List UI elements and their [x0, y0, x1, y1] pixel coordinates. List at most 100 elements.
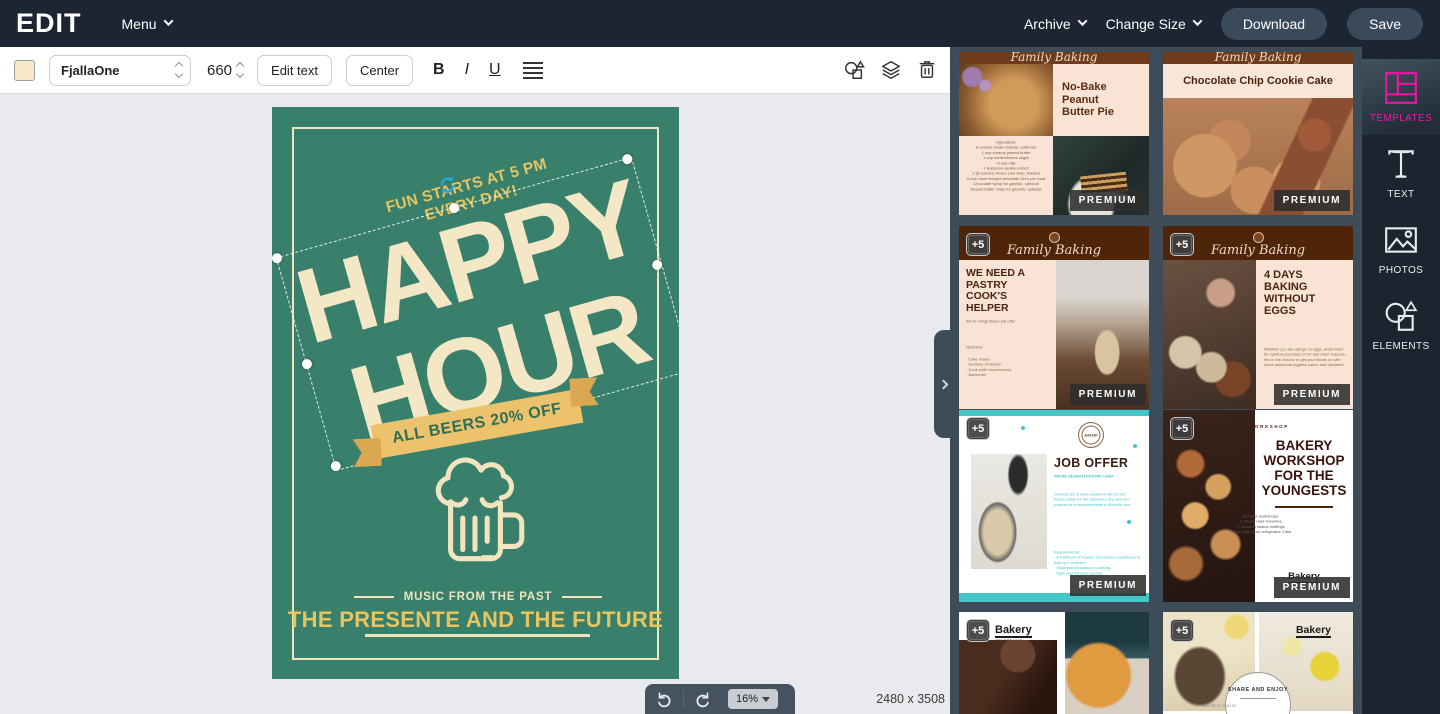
- font-size-stepper[interactable]: 660: [207, 62, 243, 79]
- underline-button[interactable]: U: [489, 61, 501, 79]
- chocolate-cake-photo: [959, 640, 1057, 714]
- justify-icon[interactable]: [523, 62, 543, 79]
- more-templates-badge: +5: [966, 233, 990, 256]
- template-brand-script: Family Baking: [1215, 52, 1302, 64]
- change-size-dropdown[interactable]: Change Size: [1106, 16, 1201, 32]
- flyer-footer-title[interactable]: THE PRESENTE AND THE FUTURE: [272, 607, 679, 633]
- templates-panel: Family Baking No-Bake Peanut Butter Pie …: [950, 47, 1362, 714]
- premium-badge: PREMIUM: [1274, 577, 1350, 598]
- template-brand-script: Family Baking: [1011, 52, 1098, 64]
- template-website: bakery.com: [966, 408, 1049, 409]
- save-button[interactable]: Save: [1347, 8, 1423, 40]
- template-thumb-baking-without-eggs[interactable]: Family Baking 4 DAYS BAKING WITHOUT EGGS…: [1163, 226, 1353, 409]
- elements-icon: [1383, 298, 1419, 334]
- sidebar-item-elements[interactable]: ELEMENTS: [1362, 287, 1440, 363]
- template-thumb-peanut-pie[interactable]: Family Baking No-Bake Peanut Butter Pie …: [959, 52, 1149, 215]
- template-title: 4 DAYS BAKING WITHOUT EGGS: [1264, 269, 1345, 317]
- flyer-footer-label-row[interactable]: MUSIC FROM THE PAST: [330, 591, 626, 603]
- edit-text-button[interactable]: Edit text: [257, 55, 332, 86]
- panel-collapse-tab[interactable]: [934, 330, 954, 438]
- template-body-text: Ingredients: 8 ounces cream cheese, soft…: [959, 136, 1053, 196]
- orange-cake-photo: [1065, 612, 1149, 714]
- align-center-button[interactable]: Center: [346, 55, 413, 86]
- premium-badge: PREMIUM: [1070, 384, 1146, 405]
- template-thumb-bakery-workshop[interactable]: WORKSHOP BAKERY WORKSHOP FOR THE YOUNGES…: [1163, 410, 1353, 602]
- pie-photo: [959, 64, 1053, 136]
- template-section-label: NEEDED: [966, 345, 1049, 350]
- bakery-shop-photo: [1163, 260, 1256, 409]
- format-toolbar: FjallaOne 660 Edit text Center B I U: [0, 47, 950, 94]
- top-bar: EDIT Menu Archive Change Size Download S…: [0, 0, 1440, 47]
- beer-mug-icon[interactable]: [420, 457, 532, 579]
- template-kicker: WORKSHOP: [1226, 424, 1312, 430]
- template-brand: Bakery: [995, 624, 1032, 638]
- premium-badge: PREMIUM: [1274, 384, 1350, 405]
- template-brand-script: Family Baking: [1211, 244, 1305, 257]
- more-templates-badge: +5: [1170, 233, 1194, 256]
- chevron-down-icon: [1192, 16, 1202, 26]
- chevron-down-icon: [1077, 16, 1087, 26]
- canvas-controls-bar: 16%: [645, 684, 795, 714]
- undo-button[interactable]: [645, 684, 683, 714]
- template-title: Chocolate Chip Cookie Cake: [1183, 75, 1333, 87]
- decor-line-right: [562, 596, 602, 599]
- font-family-stepper[interactable]: [176, 63, 182, 77]
- sidebar-item-photos[interactable]: PHOTOS: [1362, 211, 1440, 287]
- font-family-select[interactable]: FjallaOne: [49, 55, 191, 86]
- chevron-down-icon: [163, 16, 173, 26]
- sidebar-item-label: ELEMENTS: [1372, 341, 1429, 352]
- canvas-area[interactable]: FUN STARTS AT 5 PM EVERY DAY! HAPPYHOUR: [0, 94, 950, 714]
- zoom-level-dropdown[interactable]: 16%: [728, 689, 778, 709]
- templates-icon: [1383, 70, 1419, 106]
- template-thumb-share-enjoy[interactable]: Bakery SHARE AND ENJOY IN A SELECTION OF…: [1163, 612, 1353, 714]
- template-subtitle: We're hiring! Baker job offer: [966, 319, 1049, 324]
- sidebar-item-label: PHOTOS: [1379, 265, 1423, 276]
- menu-dropdown[interactable]: Menu: [122, 16, 172, 32]
- font-family-value: FjallaOne: [61, 63, 176, 78]
- more-templates-badge: +5: [1170, 417, 1194, 440]
- template-thumb-pastry-helper[interactable]: Family Baking WE NEED A PASTRY COOK'S HE…: [959, 226, 1149, 409]
- download-button[interactable]: Download: [1221, 8, 1327, 40]
- premium-badge: PREMIUM: [1070, 575, 1146, 596]
- template-thumb-job-offer[interactable]: BAKERY JOB OFFER WE'RE SEARCH PASTRY CHE…: [959, 410, 1149, 602]
- template-thumb-bakery-cakes[interactable]: Bakery www.bakery.com +5: [959, 612, 1149, 714]
- redo-button[interactable]: [684, 684, 722, 714]
- bold-button[interactable]: B: [433, 61, 445, 79]
- canvas-dimensions-label: 2480 x 3508: [855, 692, 945, 706]
- template-body-text: Services for a hotel located in the cent…: [1054, 492, 1142, 508]
- trash-icon[interactable]: [917, 59, 937, 81]
- footer-underline: [365, 634, 590, 637]
- more-templates-badge: +5: [966, 417, 990, 440]
- elements-shape-icon[interactable]: [843, 59, 865, 81]
- flyer-canvas[interactable]: FUN STARTS AT 5 PM EVERY DAY! HAPPYHOUR: [272, 107, 679, 679]
- italic-button[interactable]: I: [465, 61, 469, 79]
- change-size-label: Change Size: [1106, 16, 1186, 32]
- app-logo: EDIT: [16, 8, 82, 39]
- text-icon: [1383, 146, 1419, 182]
- bakery-logo-icon: [1049, 232, 1060, 243]
- sidebar-item-text[interactable]: TEXT: [1362, 135, 1440, 211]
- app-root: EDIT Menu Archive Change Size Download S…: [0, 0, 1440, 714]
- template-list: · Cake maker · Auxiliary of kitchen · Co…: [966, 357, 1049, 378]
- template-title: BAKERY WORKSHOP FOR THE YOUNGESTS: [1261, 438, 1347, 498]
- chevron-right-icon: [938, 379, 948, 389]
- footer-label-text: MUSIC FROM THE PAST: [404, 591, 553, 603]
- sidebar-item-templates[interactable]: TEMPLATES: [1362, 59, 1440, 135]
- template-brand: Bakery: [1296, 624, 1331, 638]
- sidebar-item-label: TEMPLATES: [1370, 113, 1432, 124]
- font-size-value: 660: [207, 62, 232, 79]
- zoom-level-value: 16%: [736, 693, 758, 705]
- bakery-stamp-icon: BAKERY: [1078, 422, 1104, 448]
- layers-icon[interactable]: [880, 59, 902, 81]
- text-color-swatch[interactable]: [14, 60, 35, 81]
- bakery-logo-icon: [1253, 232, 1264, 243]
- template-body-text: Summer workshops: 1- Rocky road brownies…: [1218, 514, 1304, 535]
- archive-dropdown[interactable]: Archive: [1024, 16, 1086, 32]
- menu-label: Menu: [122, 16, 157, 32]
- template-thumb-cookie-cake[interactable]: Family Baking Chocolate Chip Cookie Cake…: [1163, 52, 1353, 215]
- template-brand-script: Family Baking: [1007, 244, 1101, 257]
- template-title: JOB OFFER: [1054, 456, 1144, 470]
- caret-down-icon: [762, 697, 770, 702]
- right-sidebar: TEMPLATES TEXT PHOTOS ELEMENTS: [1362, 47, 1440, 714]
- pie-hand-photo: [971, 454, 1047, 569]
